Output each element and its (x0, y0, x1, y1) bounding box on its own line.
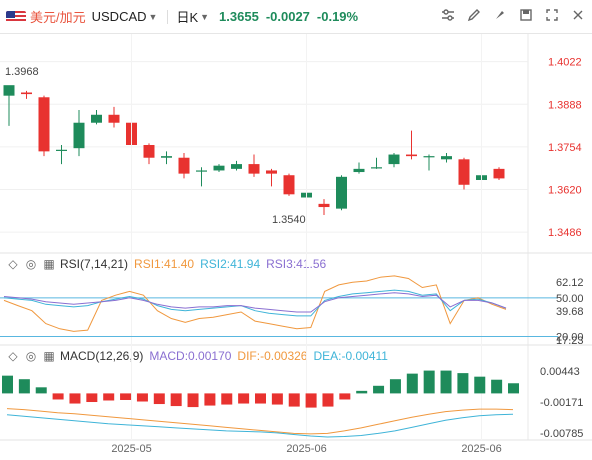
caret-down-icon[interactable]: ▼ (149, 12, 158, 22)
macd-bar (187, 393, 199, 408)
macd-bar (204, 393, 216, 406)
candle-body (213, 165, 225, 171)
candle-body (108, 114, 120, 123)
price-tick-label: 1.3486 (548, 227, 582, 239)
chart-toolbar: 美元/加元 USDCAD ▼ 日K ▼ 1.3655 -0.0027 -0.19… (0, 0, 592, 34)
macd-bar (120, 393, 132, 400)
macd-bar (221, 393, 233, 405)
rsi-tick-label: 39.68 (556, 306, 584, 318)
toolbar-icons (440, 8, 586, 24)
candle-body (336, 176, 347, 209)
candle-body (423, 156, 435, 158)
candle-body (73, 122, 85, 149)
price-tick-label: 1.3754 (548, 142, 582, 154)
macd-bar (18, 379, 30, 394)
dea-line (6, 413, 514, 438)
macd-bar (35, 387, 47, 394)
macd-bar (238, 393, 250, 404)
period-caret-down-icon[interactable]: ▼ (200, 12, 209, 22)
price-tick-label: 1.3620 (548, 185, 582, 197)
candle-body (353, 168, 365, 173)
macd-bar (322, 393, 334, 407)
rsi-tick-label: 62.12 (556, 277, 584, 289)
candle-body (441, 156, 452, 160)
fullscreen-icon[interactable] (544, 8, 560, 24)
rsi-tick-label: 20.00 (556, 332, 584, 344)
period-selector[interactable]: 日K (176, 7, 198, 26)
candle-body (38, 97, 50, 152)
candle-body (178, 157, 190, 174)
macd-bar (288, 393, 300, 407)
chart-area[interactable]: 1.4022 1.3888 1.3754 1.3620 1.3486 1.3968 1.35… (0, 34, 592, 460)
candle-body (161, 156, 172, 158)
candle-body (406, 154, 417, 157)
macd-bar (356, 390, 368, 394)
symbol-label[interactable]: USDCAD (92, 9, 147, 24)
toolbar-divider (167, 9, 169, 24)
rsi-line-rsi3 (3, 292, 507, 313)
rsi-line-rsi2 (3, 289, 507, 317)
macd-bar (474, 376, 486, 394)
candle-body (231, 164, 242, 169)
macd-bar (423, 370, 435, 394)
x-tick-label: 2025-05 (111, 443, 151, 455)
macd-bar (508, 383, 519, 394)
price-change: -0.0027 (265, 9, 310, 24)
candle-body (3, 85, 15, 96)
macd-bar (406, 373, 418, 394)
macd-bar (271, 393, 283, 405)
candle-body (458, 159, 470, 185)
candle-body (283, 175, 295, 195)
low-annotation: 1.3540 (272, 214, 306, 226)
macd-tick-label: -0.00171 (540, 397, 583, 409)
rsi-tick-label: 50.00 (556, 293, 584, 305)
indicator-settings-icon[interactable] (440, 8, 456, 24)
close-icon[interactable] (570, 8, 586, 24)
draw-tool-icon[interactable] (466, 8, 482, 24)
macd-bar (52, 393, 64, 400)
macd-bar (491, 379, 503, 394)
flag-us-icon (6, 10, 26, 23)
candle-body (388, 154, 400, 165)
symbol-cn-label[interactable]: 美元/加元 (30, 7, 86, 26)
candle-body (56, 149, 67, 151)
candle-body (21, 92, 32, 95)
macd-bar (255, 393, 266, 404)
x-tick-label: 2025-06 (286, 443, 326, 455)
macd-bar (339, 393, 351, 400)
macd-bar (153, 393, 165, 405)
candle-body (318, 203, 330, 208)
candle-body (248, 164, 260, 174)
macd-bar (440, 370, 452, 394)
candle-body (143, 145, 155, 158)
macd-bar (103, 393, 115, 401)
save-icon[interactable] (518, 8, 534, 24)
macd-bar (136, 393, 148, 402)
macd-bar (69, 393, 81, 404)
macd-bar (373, 385, 385, 394)
macd-tick-label: 0.00443 (540, 366, 580, 378)
macd-bar (2, 375, 13, 394)
macd-bar (305, 393, 317, 408)
price-tick-label: 1.3888 (548, 99, 582, 111)
candle-body (91, 114, 102, 123)
x-tick-label: 2025-06 (461, 443, 501, 455)
price-tick-label: 1.4022 (548, 57, 582, 69)
macd-bar (457, 373, 469, 394)
price-change-percent: -0.19% (316, 9, 359, 24)
candle-body (371, 167, 382, 169)
macd-tick-label: -0.00785 (540, 428, 583, 440)
high-annotation: 1.3968 (5, 66, 39, 78)
candle-body (493, 168, 505, 179)
current-price: 1.3655 (219, 9, 259, 24)
macd-bar (86, 393, 98, 403)
candle-body (196, 170, 207, 172)
macd-bar (389, 379, 401, 394)
macd-bar (170, 393, 182, 407)
candle-body (266, 170, 277, 174)
brush-icon[interactable] (492, 8, 508, 24)
